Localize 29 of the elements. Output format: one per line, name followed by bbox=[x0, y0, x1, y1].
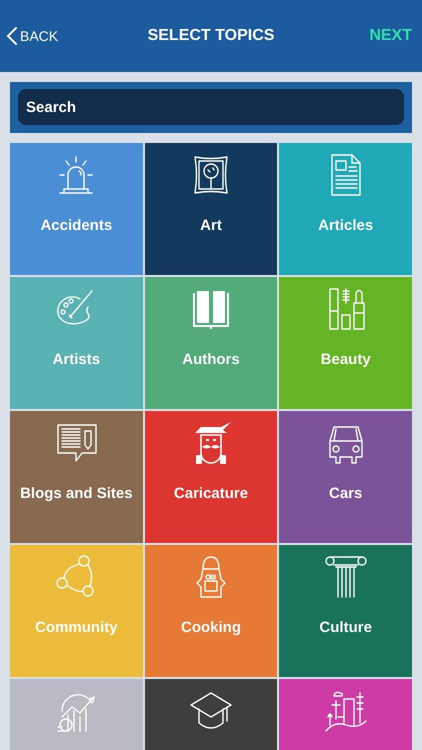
topic-tile[interactable]: Authors bbox=[144, 277, 278, 409]
topic-label: Cooking bbox=[180, 619, 241, 636]
topic-label: Cars bbox=[328, 485, 362, 502]
topic-tile[interactable]: Cars bbox=[279, 411, 412, 543]
screen-title: SELECT TOPICS bbox=[148, 27, 274, 45]
search-field[interactable]: Search bbox=[18, 89, 404, 125]
topic-tile[interactable]: Culture bbox=[279, 545, 412, 677]
topic-label: Accidents bbox=[40, 217, 112, 234]
topic-tile[interactable]: Blogs and Sites bbox=[10, 411, 143, 543]
topic-label: Artists bbox=[52, 351, 100, 368]
topic-label: Caricature bbox=[174, 485, 248, 502]
back-button[interactable]: BACK bbox=[6, 26, 58, 46]
topic-label: Beauty bbox=[320, 351, 371, 368]
topic-label: Art bbox=[200, 217, 222, 234]
topic-label: Culture bbox=[319, 619, 372, 636]
topic-tile[interactable]: Caricature bbox=[144, 411, 278, 543]
topic-tile[interactable]: Artists bbox=[10, 277, 143, 409]
topic-tile[interactable]: Cooking bbox=[144, 545, 278, 677]
topic-tile[interactable]: Art bbox=[144, 143, 278, 275]
topic-label: Authors bbox=[182, 351, 240, 368]
topic-label: Community bbox=[35, 619, 118, 636]
topic-tile[interactable]: Beauty bbox=[279, 277, 412, 409]
next-button[interactable]: NEXT bbox=[369, 27, 412, 45]
chevron-left-icon bbox=[6, 26, 18, 46]
topic-label: Blogs and Sites bbox=[20, 485, 133, 502]
topic-label: Articles bbox=[318, 217, 374, 234]
topic-tile[interactable]: Accidents bbox=[10, 143, 143, 275]
topic-tile[interactable]: Articles bbox=[279, 143, 412, 275]
back-label[interactable]: BACK bbox=[20, 28, 58, 44]
